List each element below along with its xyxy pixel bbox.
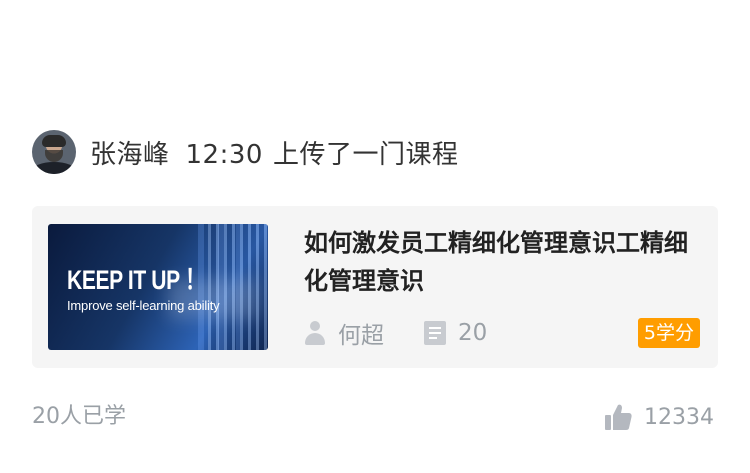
- document-icon: [424, 321, 446, 345]
- post-footer: 20人已学 12334: [32, 400, 718, 434]
- thumbnail-title: KEEP IT UP ！: [67, 265, 206, 295]
- course-meta: 何超 20: [304, 316, 487, 350]
- author-name[interactable]: 张海峰: [90, 140, 170, 170]
- lesson-count: 20: [458, 320, 488, 346]
- post-action: 上传了一门课程: [272, 139, 459, 170]
- like-button[interactable]: 12334: [604, 400, 714, 434]
- instructor-name: 何超: [338, 323, 384, 349]
- thumbs-up-icon: [605, 404, 632, 430]
- course-thumbnail[interactable]: KEEP IT UP ！ Improve self-learning abili…: [48, 224, 268, 350]
- credit-badge: 5学分: [637, 318, 700, 348]
- learner-count: 20人已学: [32, 404, 126, 429]
- post-time: 12:30: [185, 139, 263, 170]
- person-icon: [304, 321, 326, 345]
- thumbnail-subtitle: Improve self-learning ability: [67, 298, 220, 313]
- course-card[interactable]: KEEP IT UP ！ Improve self-learning abili…: [32, 206, 718, 368]
- like-count: 12334: [644, 404, 714, 430]
- avatar[interactable]: [32, 130, 76, 174]
- post-header-text: 张海峰 12:30 上传了一门课程: [90, 134, 458, 171]
- post-header: 张海峰 12:30 上传了一门课程: [32, 130, 458, 174]
- course-title[interactable]: 如何激发员工精细化管理意识工精细化管理意识: [304, 224, 694, 300]
